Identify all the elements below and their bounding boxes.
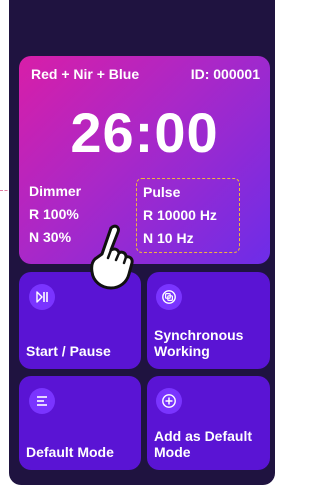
dimmer-nir-value: N 30% <box>29 229 72 245</box>
timer-display: 26:00 <box>70 101 219 164</box>
light-mode-label: Red + Nir + Blue <box>31 66 140 82</box>
default-mode-button[interactable]: Default Mode <box>19 376 141 470</box>
plus-circle-icon <box>156 388 182 414</box>
device-id: ID: 000001 <box>190 66 260 82</box>
dimmer-red-value: R 100% <box>29 206 79 222</box>
synchronous-working-button[interactable]: Synchronous Working <box>147 272 270 369</box>
add-default-mode-button[interactable]: Add as Default Mode <box>147 376 270 470</box>
pulse-title: Pulse <box>143 184 181 200</box>
menu-lines-icon <box>29 388 55 414</box>
start-pause-label: Start / Pause <box>26 343 111 359</box>
synchronous-working-label: Synchronous Working <box>154 327 244 359</box>
pointing-hand-icon <box>90 224 134 290</box>
screen: Red + Nir + Blue ID: 000001 26:00 Dimmer… <box>0 0 275 485</box>
play-pause-icon <box>29 284 55 310</box>
add-default-mode-label: Add as Default Mode <box>154 428 253 460</box>
pulse-red-value: R 10000 Hz <box>143 207 217 223</box>
timer-card[interactable]: Red + Nir + Blue ID: 000001 26:00 Dimmer… <box>19 56 270 264</box>
pulse-nir-value: N 10 Hz <box>143 230 194 246</box>
sync-copy-icon <box>156 284 182 310</box>
pulse-settings[interactable]: Pulse R 10000 Hz N 10 Hz <box>136 178 240 253</box>
default-mode-label: Default Mode <box>26 444 114 460</box>
dimmer-settings[interactable]: Dimmer R 100% N 30% <box>29 180 81 249</box>
dimmer-title: Dimmer <box>29 183 82 199</box>
